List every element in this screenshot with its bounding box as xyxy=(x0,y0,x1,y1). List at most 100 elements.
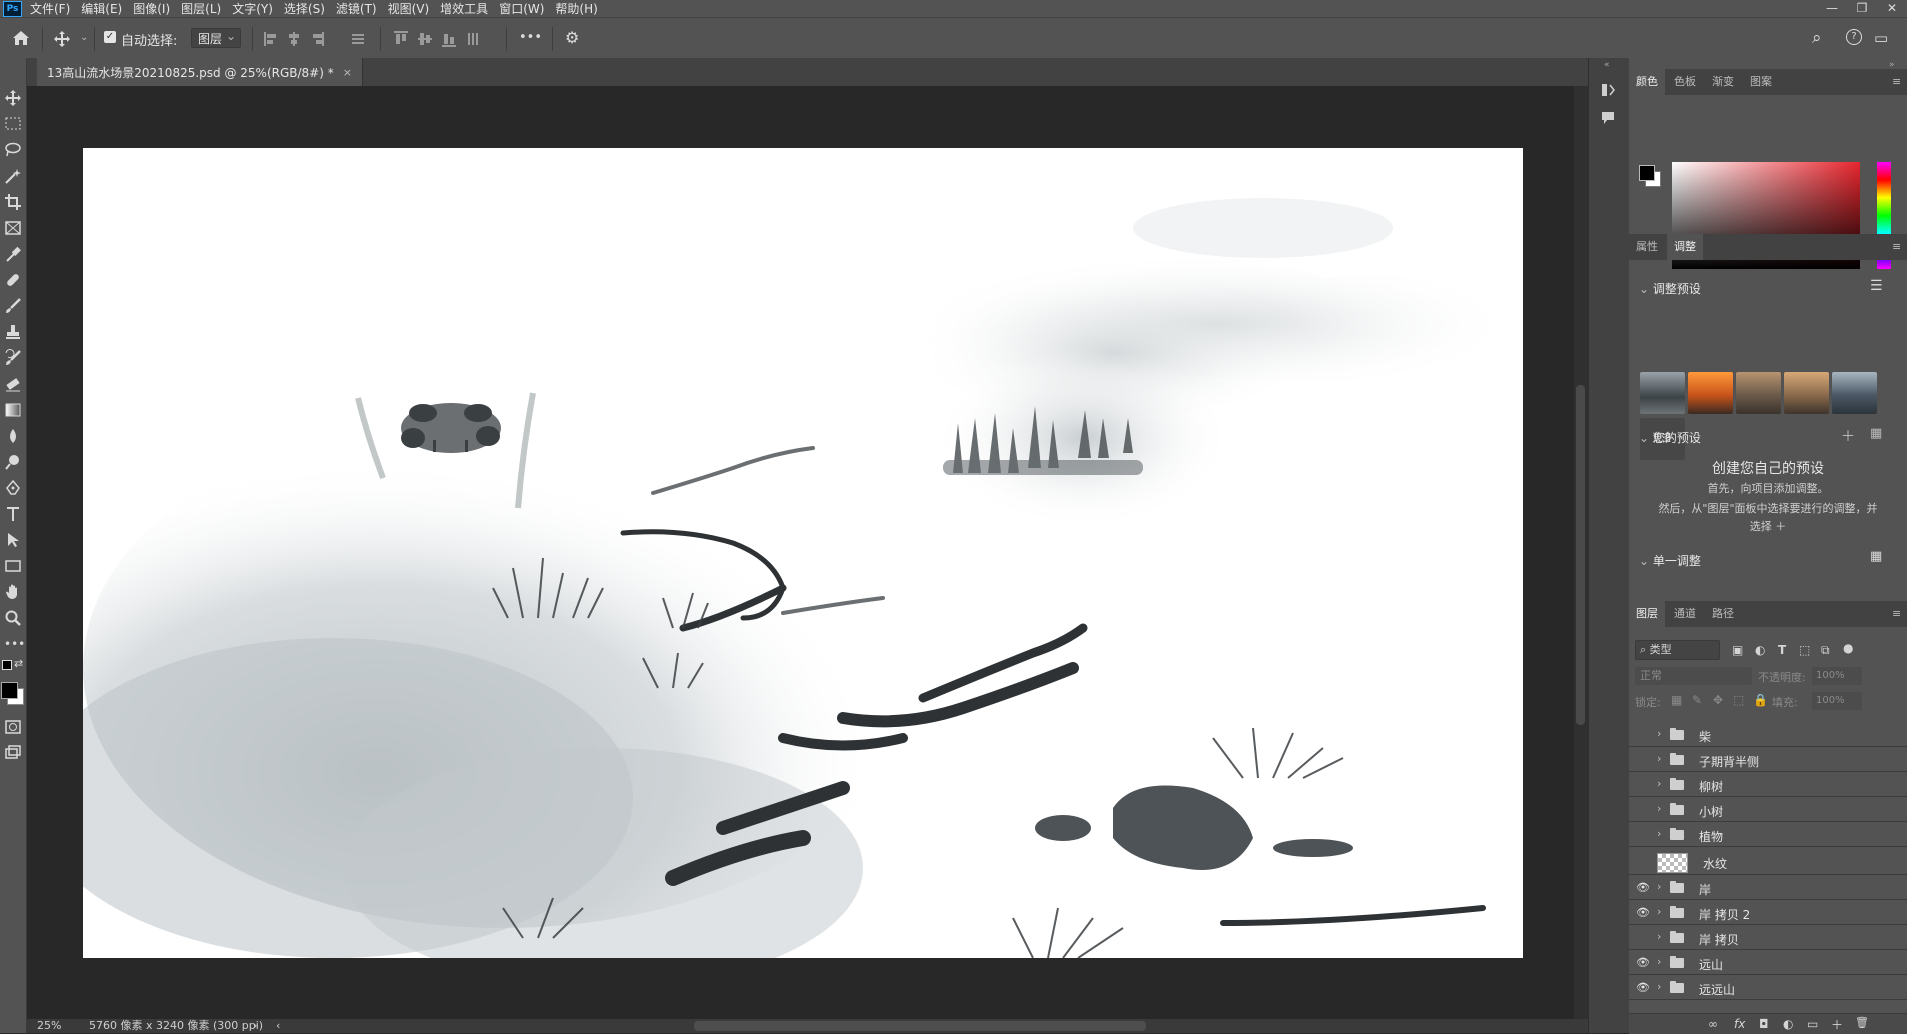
magic-wand-tool[interactable] xyxy=(4,167,22,185)
filter-pixel-icon[interactable]: ▣ xyxy=(1732,643,1743,657)
document-tab[interactable]: 13高山流水场景20210825.psd @ 25%(RGB/8#) * × xyxy=(37,58,363,86)
frame-tool[interactable] xyxy=(4,219,22,237)
visibility-toggle[interactable] xyxy=(1635,728,1651,742)
expand-group-icon[interactable]: › xyxy=(1657,930,1661,943)
tab-properties[interactable]: 属性 xyxy=(1629,234,1665,260)
grid-view-icon[interactable]: ▦ xyxy=(1870,426,1882,441)
grid-view-icon[interactable]: ▦ xyxy=(1870,549,1882,564)
tab-swatches[interactable]: 色板 xyxy=(1667,69,1703,95)
layer-row[interactable]: 水纹 xyxy=(1629,850,1907,875)
opacity-input[interactable]: 100% xyxy=(1812,667,1862,685)
move-tool[interactable] xyxy=(4,89,22,107)
panel-menu-icon[interactable]: ≡ xyxy=(1892,607,1901,620)
tab-paths[interactable]: 路径 xyxy=(1705,601,1741,627)
visibility-toggle[interactable] xyxy=(1635,853,1651,867)
layer-row[interactable]: 👁 › 远远山 xyxy=(1629,978,1907,1000)
tab-channels[interactable]: 通道 xyxy=(1667,601,1703,627)
eyedropper-tool[interactable] xyxy=(4,245,22,263)
expand-group-icon[interactable]: › xyxy=(1657,727,1661,740)
crop-tool[interactable] xyxy=(4,193,22,211)
eye-icon[interactable]: 👁 xyxy=(1635,956,1651,970)
menu-layer[interactable]: 图层(L) xyxy=(181,0,221,17)
menu-edit[interactable]: 编辑(E) xyxy=(81,0,122,17)
more-options-icon[interactable]: ••• xyxy=(519,30,542,46)
eye-icon[interactable]: 👁 xyxy=(1635,881,1651,895)
expand-group-icon[interactable]: › xyxy=(1657,905,1661,918)
tab-color[interactable]: 颜色 xyxy=(1629,69,1665,95)
swap-colors-icon[interactable]: ⇄ xyxy=(14,657,23,670)
stamp-tool[interactable] xyxy=(4,323,22,341)
lasso-tool[interactable] xyxy=(4,141,22,159)
screen-mode-icon[interactable] xyxy=(4,744,22,762)
quick-mask-icon[interactable] xyxy=(4,718,22,736)
expand-group-icon[interactable]: › xyxy=(1657,827,1661,840)
layer-row[interactable]: 👁 › 岸 拷贝 2 xyxy=(1629,903,1907,925)
lock-transparency-icon[interactable]: ▦ xyxy=(1671,693,1682,707)
layer-row[interactable]: › 柳树 xyxy=(1629,775,1907,797)
menu-file[interactable]: 文件(F) xyxy=(30,0,70,17)
preset-thumbnail-3[interactable] xyxy=(1736,372,1781,414)
eye-icon[interactable]: 👁 xyxy=(1635,981,1651,995)
add-preset-icon[interactable]: ＋ xyxy=(1841,426,1855,446)
layer-row[interactable]: › 植物 xyxy=(1629,825,1907,847)
expand-group-icon[interactable]: › xyxy=(1657,980,1661,993)
lock-all-icon[interactable]: 🔒 xyxy=(1753,693,1768,707)
hand-tool[interactable] xyxy=(4,583,22,601)
expand-group-icon[interactable]: › xyxy=(1657,777,1661,790)
menu-help[interactable]: 帮助(H) xyxy=(555,0,597,17)
healing-tool[interactable] xyxy=(4,271,22,289)
visibility-toggle[interactable] xyxy=(1635,803,1651,817)
eye-icon[interactable]: 👁 xyxy=(1635,906,1651,920)
menu-window[interactable]: 窗口(W) xyxy=(499,0,544,17)
your-presets-header[interactable]: ⌄ 您的预设 xyxy=(1639,429,1701,446)
visibility-toggle[interactable] xyxy=(1635,931,1651,945)
list-view-icon[interactable]: ☰ xyxy=(1870,278,1883,294)
history-icon[interactable] xyxy=(1600,82,1616,98)
lock-artboard-icon[interactable]: ⬚ xyxy=(1733,693,1744,707)
vertical-scroll-thumb[interactable] xyxy=(1576,385,1585,725)
search-icon[interactable]: ⌕ xyxy=(1812,30,1822,47)
close-button[interactable]: ✕ xyxy=(1877,0,1907,17)
menu-type[interactable]: 文字(Y) xyxy=(232,0,273,17)
auto-select-checkbox[interactable]: ✓ xyxy=(104,31,116,43)
menu-view[interactable]: 视图(V) xyxy=(388,0,430,17)
more-tools-icon[interactable]: ••• xyxy=(4,635,25,653)
tab-adjustments[interactable]: 调整 xyxy=(1667,234,1703,260)
marquee-tool[interactable] xyxy=(4,115,22,133)
tab-layers[interactable]: 图层 xyxy=(1629,601,1665,627)
zoom-tool[interactable] xyxy=(4,609,22,627)
single-adjustment-header[interactable]: ⌄ 单一调整 xyxy=(1639,552,1701,569)
expand-group-icon[interactable]: › xyxy=(1657,880,1661,893)
color-panel-foreground-swatch[interactable] xyxy=(1639,165,1655,181)
trash-icon[interactable]: 🗑 xyxy=(1855,1016,1869,1029)
menu-plugins[interactable]: 增效工具 xyxy=(440,0,488,17)
move-icon[interactable] xyxy=(53,30,71,48)
expand-group-icon[interactable]: › xyxy=(1657,955,1661,968)
layer-row[interactable]: › 子期背半侧 xyxy=(1629,750,1907,772)
adjustment-presets-header[interactable]: ⌄ 调整预设 xyxy=(1639,280,1701,297)
path-select-tool[interactable] xyxy=(4,531,22,549)
add-mask-icon[interactable]: ◘ xyxy=(1759,1017,1769,1031)
gradient-tool[interactable] xyxy=(4,401,22,419)
layer-row[interactable]: 👁 › 远山 xyxy=(1629,953,1907,975)
preset-thumbnail-4[interactable] xyxy=(1784,372,1829,414)
workspace-icon[interactable]: ▭ xyxy=(1874,30,1888,46)
type-tool[interactable] xyxy=(4,505,22,523)
horizontal-scroll-thumb[interactable] xyxy=(694,1021,1146,1031)
help-icon[interactable]: ? xyxy=(1846,29,1862,45)
visibility-toggle[interactable] xyxy=(1635,828,1651,842)
visibility-toggle[interactable] xyxy=(1635,778,1651,792)
panel-menu-icon[interactable]: ≡ xyxy=(1892,75,1901,88)
restore-button[interactable]: ❐ xyxy=(1847,0,1877,17)
status-menu-arrow[interactable]: › xyxy=(253,1019,257,1033)
filter-type-icon[interactable]: T xyxy=(1778,643,1786,657)
filter-toggle-icon[interactable]: ● xyxy=(1843,641,1853,655)
zoom-level[interactable]: 25% xyxy=(37,1019,61,1033)
visibility-toggle[interactable] xyxy=(1635,753,1651,767)
layer-row[interactable]: 👁 › 岸 xyxy=(1629,878,1907,900)
layer-row[interactable]: › 岸 拷贝 xyxy=(1629,928,1907,950)
new-adjustment-icon[interactable]: ◐ xyxy=(1783,1017,1793,1031)
history-brush-tool[interactable] xyxy=(4,349,22,367)
new-group-icon[interactable]: ▭ xyxy=(1807,1017,1818,1031)
comments-icon[interactable] xyxy=(1600,110,1616,126)
